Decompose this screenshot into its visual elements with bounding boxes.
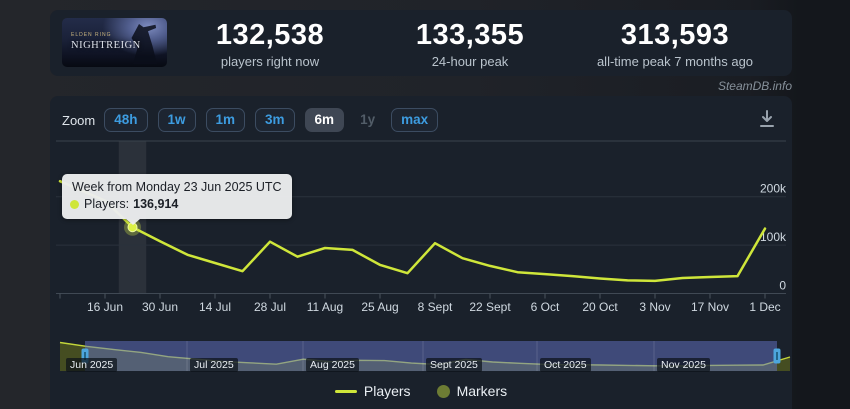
x-axis-label: 6 Oct xyxy=(531,300,560,314)
stat-value: 313,593 xyxy=(620,19,730,51)
x-axis-label: 17 Nov xyxy=(691,300,729,314)
chart-tooltip: Week from Monday 23 Jun 2025 UTC Players… xyxy=(62,174,292,225)
tooltip-title: Week from Monday 23 Jun 2025 UTC xyxy=(72,180,282,194)
x-axis-label: 11 Aug xyxy=(307,300,343,314)
stat-alltime-peak: 313,593 all-time peak 7 months ago xyxy=(565,19,785,69)
stats-panel: ELDEN RING NIGHTREIGN 132,538 players ri… xyxy=(50,10,792,76)
tooltip-value: 136,914 xyxy=(133,197,179,211)
x-axis-label: 30 Jun xyxy=(142,300,178,314)
stat-value: 133,355 xyxy=(415,19,525,51)
stat-label: all-time peak 7 months ago xyxy=(596,54,754,70)
navigator-month-label: Oct 2025 xyxy=(540,358,591,372)
stat-label: 24-hour peak xyxy=(431,54,509,70)
y-axis-label: 0 xyxy=(779,279,786,293)
markers-circle-swatch-icon xyxy=(436,384,450,398)
stat-label: players right now xyxy=(220,54,320,70)
page: ELDEN RING NIGHTREIGN 132,538 players ri… xyxy=(0,0,850,409)
x-axis-label: 25 Aug xyxy=(361,300,398,314)
x-axis-label: 16 Jun xyxy=(87,300,123,314)
y-axis-label: 200k xyxy=(760,182,787,196)
stat-24h-peak: 133,355 24-hour peak xyxy=(360,19,580,69)
game-title-nightreign: NIGHTREIGN xyxy=(71,40,141,51)
x-axis-label: 1 Dec xyxy=(749,300,780,314)
stat-current-players: 132,538 players right now xyxy=(160,19,380,69)
legend-item-markers[interactable]: Markers xyxy=(436,383,508,399)
chart-legend: Players Markers xyxy=(50,383,792,399)
legend-item-players[interactable]: Players xyxy=(334,383,411,399)
series-dot-icon xyxy=(70,200,79,209)
chart-panel: Zoom 48h 1w 1m 3m 6m 1y max 200k 100k 0 16 Jun 30 … xyxy=(50,96,792,409)
x-axis-label: 28 Jul xyxy=(254,300,286,314)
navigator-month-label: Jun 2025 xyxy=(66,358,118,372)
x-axis-label: 22 Sept xyxy=(469,300,511,314)
x-axis-label: 14 Jul xyxy=(199,300,231,314)
x-axis-label: 3 Nov xyxy=(639,300,670,314)
navigator-month-label: Aug 2025 xyxy=(306,358,359,372)
navigator-month-label: Sept 2025 xyxy=(426,358,482,372)
steamdb-watermark: SteamDB.info xyxy=(717,79,792,93)
x-axis-label: 20 Oct xyxy=(582,300,618,314)
navigator-month-label: Jul 2025 xyxy=(190,358,238,372)
game-capsule-image[interactable]: ELDEN RING NIGHTREIGN xyxy=(62,18,167,67)
legend-label: Players xyxy=(363,383,411,399)
game-title-eldenring: ELDEN RING xyxy=(71,32,112,38)
navigator-month-label: Nov 2025 xyxy=(657,358,710,372)
x-axis-label: 8 Sept xyxy=(418,300,453,314)
legend-label: Markers xyxy=(456,383,508,399)
players-line-swatch-icon xyxy=(334,389,357,393)
stat-value: 132,538 xyxy=(215,19,325,51)
tooltip-series-label: Players: xyxy=(84,197,130,211)
